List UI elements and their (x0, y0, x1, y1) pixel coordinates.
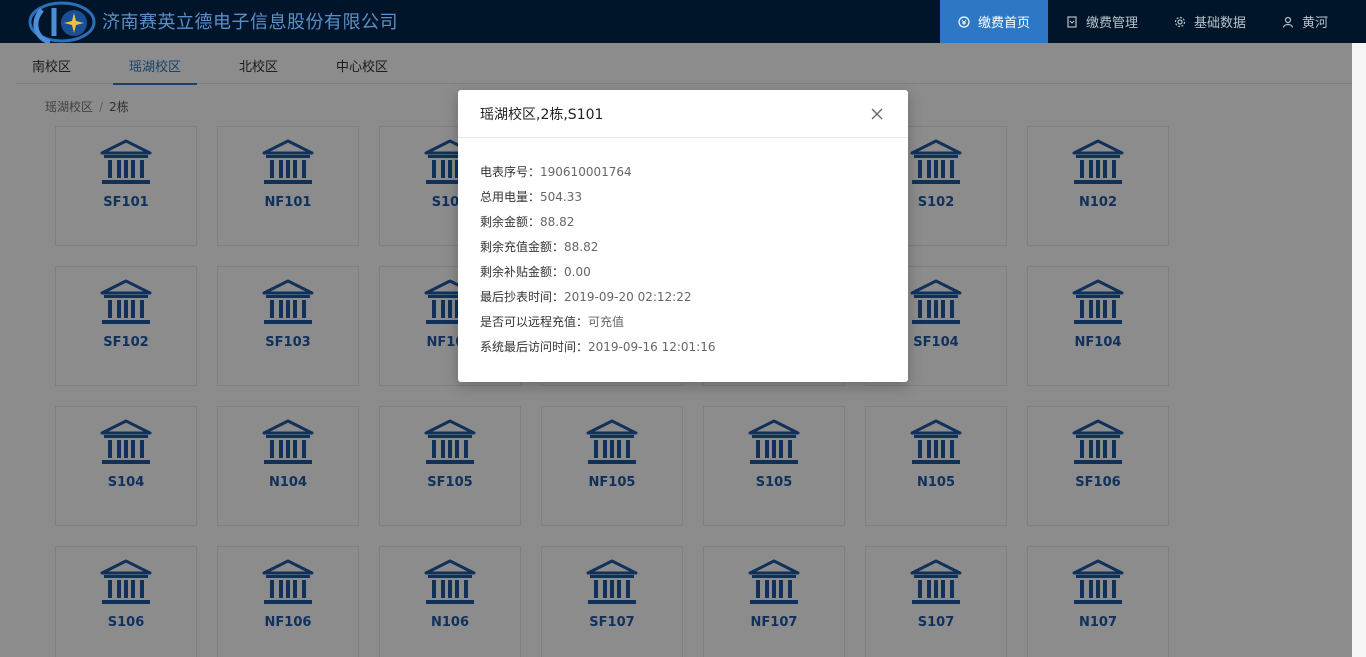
field-value: 可充值 (588, 315, 625, 329)
field-value: 88.82 (540, 215, 575, 229)
meter-field-row: 总用电量：504.33 (480, 185, 886, 210)
company-logo (24, 0, 96, 45)
nav-payment-home[interactable]: 缴费首页 (939, 0, 1048, 43)
gear-icon (1174, 16, 1186, 27)
nav-label: 缴费管理 (1085, 16, 1138, 31)
field-value: 2019-09-20 02:12:22 (564, 290, 692, 304)
nav-label: 基础数据 (1193, 16, 1246, 31)
field-value: 504.33 (540, 190, 583, 204)
field-label: 总用电量： (480, 190, 541, 204)
field-value: 0.00 (564, 265, 591, 279)
modal-header: 瑶湖校区,2栋,S101 (458, 90, 908, 138)
top-header: 济南赛英立德电子信息股份有限公司 缴费首页 缴费管理 基础数据 黄河 (0, 0, 1366, 45)
field-value: 88.82 (564, 240, 599, 254)
close-icon (871, 108, 883, 119)
field-label: 系统最后访问时间： (480, 340, 589, 354)
field-label: 电表序号： (480, 165, 541, 179)
nav-payment-manage[interactable]: 缴费管理 (1048, 0, 1156, 43)
nav-label: 黄河 (1301, 16, 1328, 31)
field-value: 2019-09-16 12:01:16 (588, 340, 716, 354)
main-nav: 缴费首页 缴费管理 基础数据 黄河 (939, 0, 1346, 43)
scrollbar[interactable] (1352, 43, 1366, 657)
meter-detail-modal: 瑶湖校区,2栋,S101 电表序号：190610001764 总用电量：504.3… (458, 90, 908, 382)
meter-field-row: 系统最后访问时间：2019-09-16 12:01:16 (480, 335, 886, 360)
close-button[interactable] (868, 105, 886, 123)
nav-label: 缴费首页 (977, 16, 1030, 31)
company-name: 济南赛英立德电子信息股份有限公司 (102, 12, 398, 33)
field-label: 剩余补贴金额： (480, 265, 565, 279)
field-label: 最后抄表时间： (480, 290, 565, 304)
nav-basic-data[interactable]: 基础数据 (1156, 0, 1264, 43)
meter-field-row: 剩余补贴金额：0.00 (480, 260, 886, 285)
modal-title: 瑶湖校区,2栋,S101 (480, 106, 604, 123)
field-label: 剩余充值金额： (480, 240, 565, 254)
user-icon (1282, 16, 1294, 28)
field-value: 190610001764 (540, 165, 632, 179)
meter-field-row: 最后抄表时间：2019-09-20 02:12:22 (480, 285, 886, 310)
nav-user[interactable]: 黄河 (1264, 0, 1346, 43)
meter-field-row: 剩余金额：88.82 (480, 210, 886, 235)
modal-body: 电表序号：190610001764 总用电量：504.33 剩余金额：88.82 剩余… (458, 138, 908, 360)
meter-field-row: 是否可以远程充值：可充值 (480, 310, 886, 335)
payment-icon (958, 15, 970, 28)
field-label: 是否可以远程充值： (480, 315, 589, 329)
meter-field-row: 剩余充值金额：88.82 (480, 235, 886, 260)
meter-field-row: 电表序号：190610001764 (480, 160, 886, 185)
document-icon (1067, 15, 1077, 28)
field-label: 剩余金额： (480, 215, 541, 229)
